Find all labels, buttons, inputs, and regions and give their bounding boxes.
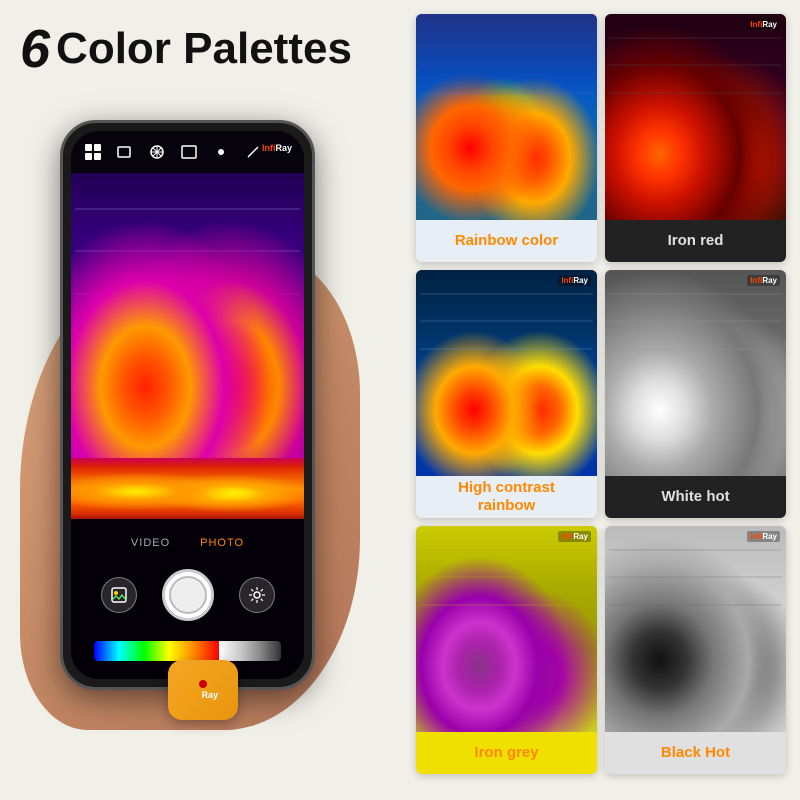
- photo-tab[interactable]: PHOTO: [200, 537, 244, 549]
- phone-inner: InfiRay: [71, 131, 304, 679]
- iron-red-image: InfiRay: [605, 14, 786, 220]
- palette-warm-segment: [219, 641, 281, 661]
- white-hot-image: InfiRay: [605, 270, 786, 476]
- rainbow-color-label: Rainbow color: [416, 220, 597, 262]
- settings-button[interactable]: [239, 577, 275, 613]
- white-hot-label: White hot: [605, 476, 786, 518]
- rect-icon[interactable]: [179, 142, 199, 162]
- palette-card-hcr: InfiRay High contrastrainbow: [416, 270, 597, 518]
- shelf-lines-3: [416, 280, 597, 362]
- infiray-device: InfiRay: [168, 660, 238, 720]
- palette-card-rainbow: InfiRay Rainbow color: [416, 14, 597, 262]
- shelf-lines: [416, 24, 597, 106]
- brand-infi: Infi: [262, 143, 276, 153]
- pen-icon[interactable]: [243, 142, 263, 162]
- title-number: 6: [20, 18, 50, 80]
- brand-ray: Ray: [275, 143, 292, 153]
- gallery-button[interactable]: [101, 577, 137, 613]
- iron-red-label: Iron red: [605, 220, 786, 262]
- palette-rainbow-segment: [94, 641, 218, 661]
- camera-controls: [101, 569, 275, 621]
- square-icon[interactable]: [115, 142, 135, 162]
- thermal-lower: [71, 458, 304, 519]
- card-brand-rainbow: InfiRay: [558, 19, 591, 30]
- shelf-lines-6: [605, 536, 786, 618]
- phone-controls: VIDEO PHOTO: [71, 519, 304, 679]
- rainbow-color-image: InfiRay: [416, 14, 597, 220]
- card-brand-hcr: InfiRay: [558, 275, 591, 286]
- thermal-upper: [71, 173, 304, 458]
- phone-container: InfiRay: [20, 90, 350, 730]
- palette-card-black-hot: InfiRay Black Hot: [605, 526, 786, 774]
- black-hot-label: Black Hot: [605, 732, 786, 774]
- dot-icon[interactable]: [211, 142, 231, 162]
- palette-card-white-hot: InfiRay White hot: [605, 270, 786, 518]
- device-logo-dot: [199, 680, 207, 688]
- card-brand-iron-grey: InfiRay: [558, 531, 591, 542]
- shelf-lines-5: [416, 536, 597, 618]
- black-hot-image: InfiRay: [605, 526, 786, 732]
- iron-grey-image: InfiRay: [416, 526, 597, 732]
- phone-device: InfiRay: [60, 120, 315, 690]
- card-brand-white-hot: InfiRay: [747, 275, 780, 286]
- phone-screen: InfiRay: [71, 131, 304, 679]
- hcr-label: High contrastrainbow: [416, 476, 597, 518]
- video-tab[interactable]: VIDEO: [131, 537, 170, 549]
- title-section: 6 Color Palettes: [20, 18, 352, 80]
- shutter-button[interactable]: [162, 569, 214, 621]
- device-logo: InfiRay: [188, 680, 218, 701]
- shelf-lines-4: [605, 280, 786, 362]
- mode-tabs: VIDEO PHOTO: [131, 537, 244, 549]
- palette-card-iron-red: InfiRay Iron red: [605, 14, 786, 262]
- iron-grey-label: Iron grey: [416, 732, 597, 774]
- snowflake-icon[interactable]: [147, 142, 167, 162]
- shutter-inner: [169, 576, 207, 614]
- title-text: Color Palettes: [56, 24, 352, 74]
- palette-bar[interactable]: [94, 641, 280, 661]
- palettes-grid: InfiRay Rainbow color InfiRay Iron red: [416, 14, 786, 774]
- card-brand-iron-red: InfiRay: [747, 19, 780, 30]
- hcr-image: InfiRay: [416, 270, 597, 476]
- phone-toolbar: InfiRay: [71, 131, 304, 173]
- shelf-lines-2: [605, 24, 786, 106]
- phone-brand: InfiRay: [262, 143, 292, 153]
- palette-card-iron-grey: InfiRay Iron grey: [416, 526, 597, 774]
- page: 6 Color Palettes: [0, 0, 800, 800]
- device-brand-label: InfiRay: [188, 690, 218, 701]
- grid-icon[interactable]: [83, 142, 103, 162]
- card-brand-black-hot: InfiRay: [747, 531, 780, 542]
